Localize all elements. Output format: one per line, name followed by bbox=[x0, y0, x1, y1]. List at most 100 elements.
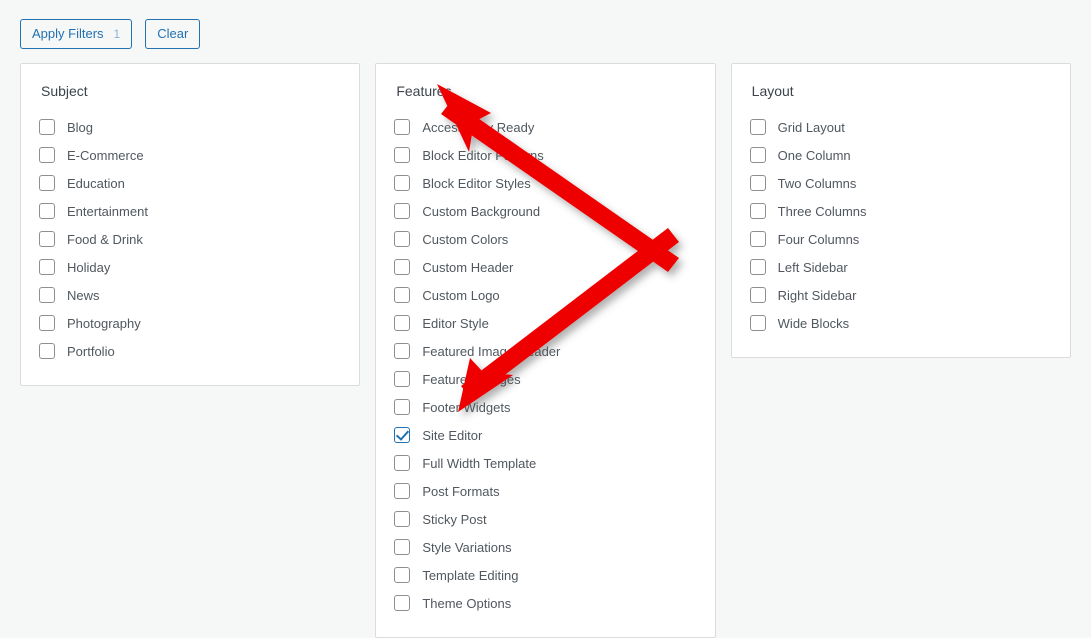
checkbox-label: Sticky Post bbox=[422, 511, 487, 527]
checkbox-icon[interactable] bbox=[39, 343, 55, 360]
checkbox-option[interactable]: Template Editing bbox=[394, 561, 696, 589]
checkbox-icon[interactable] bbox=[39, 147, 55, 164]
checkbox-icon[interactable] bbox=[749, 119, 766, 136]
checkbox-option[interactable]: Sticky Post bbox=[394, 505, 696, 533]
filter-toolbar: Apply Filters 1 Clear bbox=[20, 19, 201, 49]
checkbox-option[interactable]: Left Sidebar bbox=[749, 253, 1052, 281]
checkbox-option[interactable]: Full Width Template bbox=[394, 449, 696, 477]
checkbox-icon[interactable] bbox=[394, 119, 411, 136]
checkbox-icon[interactable] bbox=[394, 315, 411, 332]
filter-panel-features: Features Accessibility Ready Block Editor … bbox=[375, 63, 716, 638]
checkbox-option[interactable]: Grid Layout bbox=[749, 113, 1052, 141]
checkbox-icon[interactable] bbox=[394, 539, 411, 556]
checkbox-icon[interactable] bbox=[394, 175, 411, 192]
checkbox-icon[interactable] bbox=[394, 287, 411, 304]
checkbox-option[interactable]: Four Columns bbox=[749, 225, 1052, 253]
checkbox-label: Portfolio bbox=[67, 343, 115, 359]
checkbox-icon[interactable] bbox=[749, 259, 766, 276]
checkbox-option[interactable]: Site Editor bbox=[394, 421, 696, 449]
panel-title: Features bbox=[396, 83, 452, 99]
checkbox-icon[interactable] bbox=[394, 567, 411, 584]
filter-panels: Subject Blog E-Commerce Education Entertainm… bbox=[20, 63, 1071, 638]
checkbox-icon[interactable] bbox=[394, 259, 411, 276]
checkbox-label: Wide Blocks bbox=[777, 315, 850, 331]
checkbox-label: Template Editing bbox=[422, 567, 519, 583]
checkbox-option[interactable]: Featured Image Header bbox=[394, 337, 696, 365]
checkbox-option[interactable]: Footer Widgets bbox=[394, 393, 696, 421]
checkbox-option[interactable]: Custom Header bbox=[394, 253, 696, 281]
checkbox-option[interactable]: Three Columns bbox=[749, 197, 1052, 225]
checkbox-checked-icon[interactable] bbox=[394, 427, 411, 444]
checkbox-icon[interactable] bbox=[39, 175, 55, 192]
checkbox-label: Style Variations bbox=[422, 539, 512, 555]
checkbox-option[interactable]: Photography bbox=[39, 309, 341, 337]
checkbox-icon[interactable] bbox=[39, 203, 55, 220]
checkbox-icon[interactable] bbox=[749, 203, 766, 220]
checkbox-label: Post Formats bbox=[422, 483, 500, 499]
checkbox-option[interactable]: Food & Drink bbox=[39, 225, 341, 253]
checkbox-option[interactable]: Featured Images bbox=[394, 365, 696, 393]
checkbox-icon[interactable] bbox=[749, 287, 766, 304]
checkbox-icon[interactable] bbox=[394, 147, 411, 164]
checkbox-option[interactable]: Custom Colors bbox=[394, 225, 696, 253]
checkbox-option[interactable]: Accessibility Ready bbox=[394, 113, 696, 141]
checkbox-option[interactable]: Portfolio bbox=[39, 337, 341, 365]
checkbox-label: Food & Drink bbox=[67, 231, 143, 247]
checkbox-label: Three Columns bbox=[777, 203, 867, 219]
checkbox-icon[interactable] bbox=[394, 511, 411, 528]
checkbox-option[interactable]: Education bbox=[39, 169, 341, 197]
checkbox-option[interactable]: Entertainment bbox=[39, 197, 341, 225]
checkbox-label: Left Sidebar bbox=[777, 259, 848, 275]
checkbox-icon[interactable] bbox=[394, 203, 411, 220]
checkbox-option[interactable]: Theme Options bbox=[394, 589, 696, 617]
checkbox-icon[interactable] bbox=[749, 231, 766, 248]
checkbox-option[interactable]: Wide Blocks bbox=[749, 309, 1052, 337]
checkbox-icon[interactable] bbox=[394, 343, 411, 360]
checkbox-option[interactable]: One Column bbox=[749, 141, 1052, 169]
checkbox-label: Featured Images bbox=[422, 371, 521, 387]
checkbox-icon[interactable] bbox=[394, 399, 411, 416]
filter-panel-subject: Subject Blog E-Commerce Education Entertainm… bbox=[20, 63, 361, 387]
checkbox-icon[interactable] bbox=[394, 371, 411, 388]
checkbox-label: Full Width Template bbox=[422, 455, 537, 471]
checkbox-icon[interactable] bbox=[394, 231, 411, 248]
checkbox-label: Accessibility Ready bbox=[422, 119, 535, 135]
checkbox-option[interactable]: Right Sidebar bbox=[749, 281, 1052, 309]
checkbox-icon[interactable] bbox=[39, 231, 55, 248]
apply-filters-button[interactable]: Apply Filters 1 bbox=[20, 19, 133, 49]
checkbox-icon[interactable] bbox=[394, 455, 411, 472]
checkbox-label: Entertainment bbox=[67, 203, 148, 219]
checkbox-option[interactable]: Post Formats bbox=[394, 477, 696, 505]
checkbox-label: Right Sidebar bbox=[777, 287, 857, 303]
checkbox-label: Four Columns bbox=[777, 231, 860, 247]
checkbox-option[interactable]: E-Commerce bbox=[39, 141, 341, 169]
checkbox-option[interactable]: Blog bbox=[39, 113, 341, 141]
checkbox-label: E-Commerce bbox=[67, 147, 144, 163]
checkbox-label: Photography bbox=[67, 315, 141, 331]
checkbox-icon[interactable] bbox=[394, 595, 411, 612]
checkbox-icon[interactable] bbox=[749, 315, 766, 332]
checkbox-option[interactable]: Custom Background bbox=[394, 197, 696, 225]
checkbox-icon[interactable] bbox=[749, 175, 766, 192]
checkbox-option[interactable]: Holiday bbox=[39, 253, 341, 281]
checkbox-icon[interactable] bbox=[394, 483, 411, 500]
checkbox-option[interactable]: Block Editor Styles bbox=[394, 169, 696, 197]
clear-button[interactable]: Clear bbox=[145, 19, 201, 49]
checkbox-option[interactable]: News bbox=[39, 281, 341, 309]
checkbox-icon[interactable] bbox=[39, 119, 55, 136]
checkbox-option[interactable]: Two Columns bbox=[749, 169, 1052, 197]
checkbox-icon[interactable] bbox=[39, 287, 55, 304]
checkbox-option[interactable]: Editor Style bbox=[394, 309, 696, 337]
checkbox-list: Accessibility Ready Block Editor Patterns… bbox=[394, 113, 696, 617]
checkbox-option[interactable]: Block Editor Patterns bbox=[394, 141, 696, 169]
checkbox-option[interactable]: Custom Logo bbox=[394, 281, 696, 309]
checkbox-label: Featured Image Header bbox=[422, 343, 561, 359]
checkbox-label: Grid Layout bbox=[777, 119, 845, 135]
checkbox-icon[interactable] bbox=[749, 147, 766, 164]
checkbox-icon[interactable] bbox=[39, 315, 55, 332]
checkbox-list: Grid Layout One Column Two Columns Three Co… bbox=[749, 113, 1052, 337]
panel-title: Layout bbox=[751, 83, 794, 99]
checkbox-label: Custom Header bbox=[422, 259, 514, 275]
checkbox-icon[interactable] bbox=[39, 259, 55, 276]
checkbox-option[interactable]: Style Variations bbox=[394, 533, 696, 561]
